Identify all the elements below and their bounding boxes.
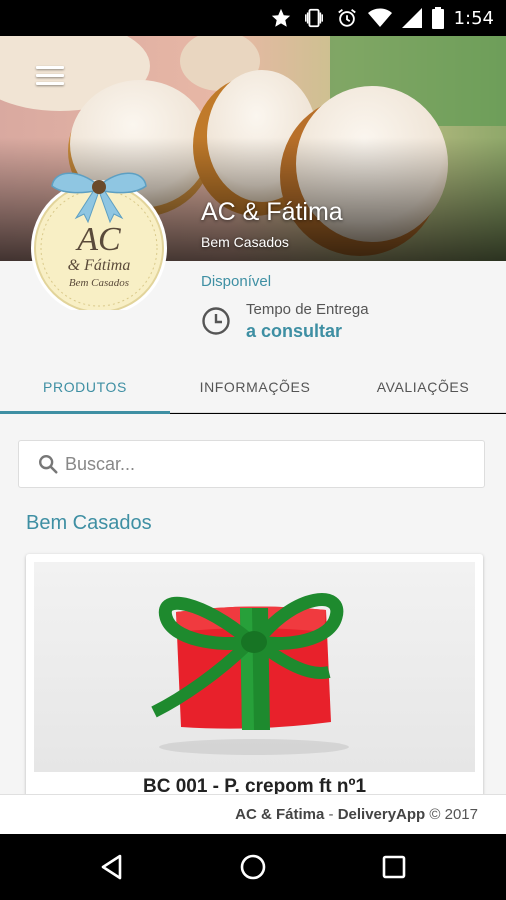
- logo-text-bem-casados: Bem Casados: [69, 277, 129, 289]
- wifi-icon: [367, 8, 392, 27]
- footer-separator: -: [324, 806, 338, 823]
- menu-icon-bar: [36, 74, 64, 77]
- availability-status: Disponível: [201, 273, 272, 290]
- section-title: Bem Casados: [26, 512, 152, 534]
- star-icon: [271, 8, 290, 27]
- product-image: [34, 562, 475, 772]
- store-name: AC & Fátima: [201, 198, 343, 226]
- alarm-icon: [337, 9, 356, 27]
- search-box[interactable]: [18, 440, 485, 488]
- tab-informacoes[interactable]: INFORMAÇÕES: [170, 361, 340, 413]
- menu-button[interactable]: [36, 66, 64, 92]
- vibrate-icon: [304, 8, 323, 28]
- menu-icon-bar: [36, 66, 64, 69]
- search-icon: [39, 455, 58, 474]
- system-nav-bar: [0, 834, 506, 900]
- product-card[interactable]: BC 001 - P. crepom ft nº1: [26, 554, 483, 794]
- delivery-time-value: a consultar: [246, 321, 343, 341]
- status-bar: 1:54: [0, 0, 506, 36]
- search-input[interactable]: [65, 453, 465, 475]
- tab-produtos[interactable]: PRODUTOS: [0, 361, 170, 414]
- recents-icon[interactable]: [378, 851, 410, 883]
- menu-icon-bar: [36, 82, 64, 85]
- logo-text-ac: AC: [75, 221, 121, 258]
- clock-icon: [202, 307, 230, 335]
- battery-icon: [431, 7, 444, 29]
- delivery-time-label: Tempo de Entrega: [246, 301, 369, 318]
- footer-copyright: © 2017: [425, 806, 478, 823]
- products-content: Bem Casados BC 001 - P. crepom ft nº1: [0, 414, 506, 794]
- home-icon[interactable]: [237, 851, 269, 883]
- store-category: Bem Casados: [201, 234, 289, 250]
- footer-brand: AC & Fátima: [235, 806, 325, 823]
- footer: AC & Fátima - DeliveryApp © 2017: [0, 794, 506, 834]
- tab-avaliacoes[interactable]: AVALIAÇÕES: [340, 361, 506, 413]
- tab-bar: PRODUTOS INFORMAÇÕES AVALIAÇÕES: [0, 361, 506, 414]
- footer-app: DeliveryApp: [337, 806, 426, 823]
- signal-icon: [401, 8, 422, 28]
- logo-text-fatima: & Fátima: [68, 257, 131, 274]
- back-icon[interactable]: [96, 851, 128, 883]
- product-name: BC 001 - P. crepom ft nº1: [142, 776, 367, 794]
- store-logo: AC & Fátima Bem Casados: [31, 172, 167, 310]
- status-time: 1:54: [453, 7, 494, 29]
